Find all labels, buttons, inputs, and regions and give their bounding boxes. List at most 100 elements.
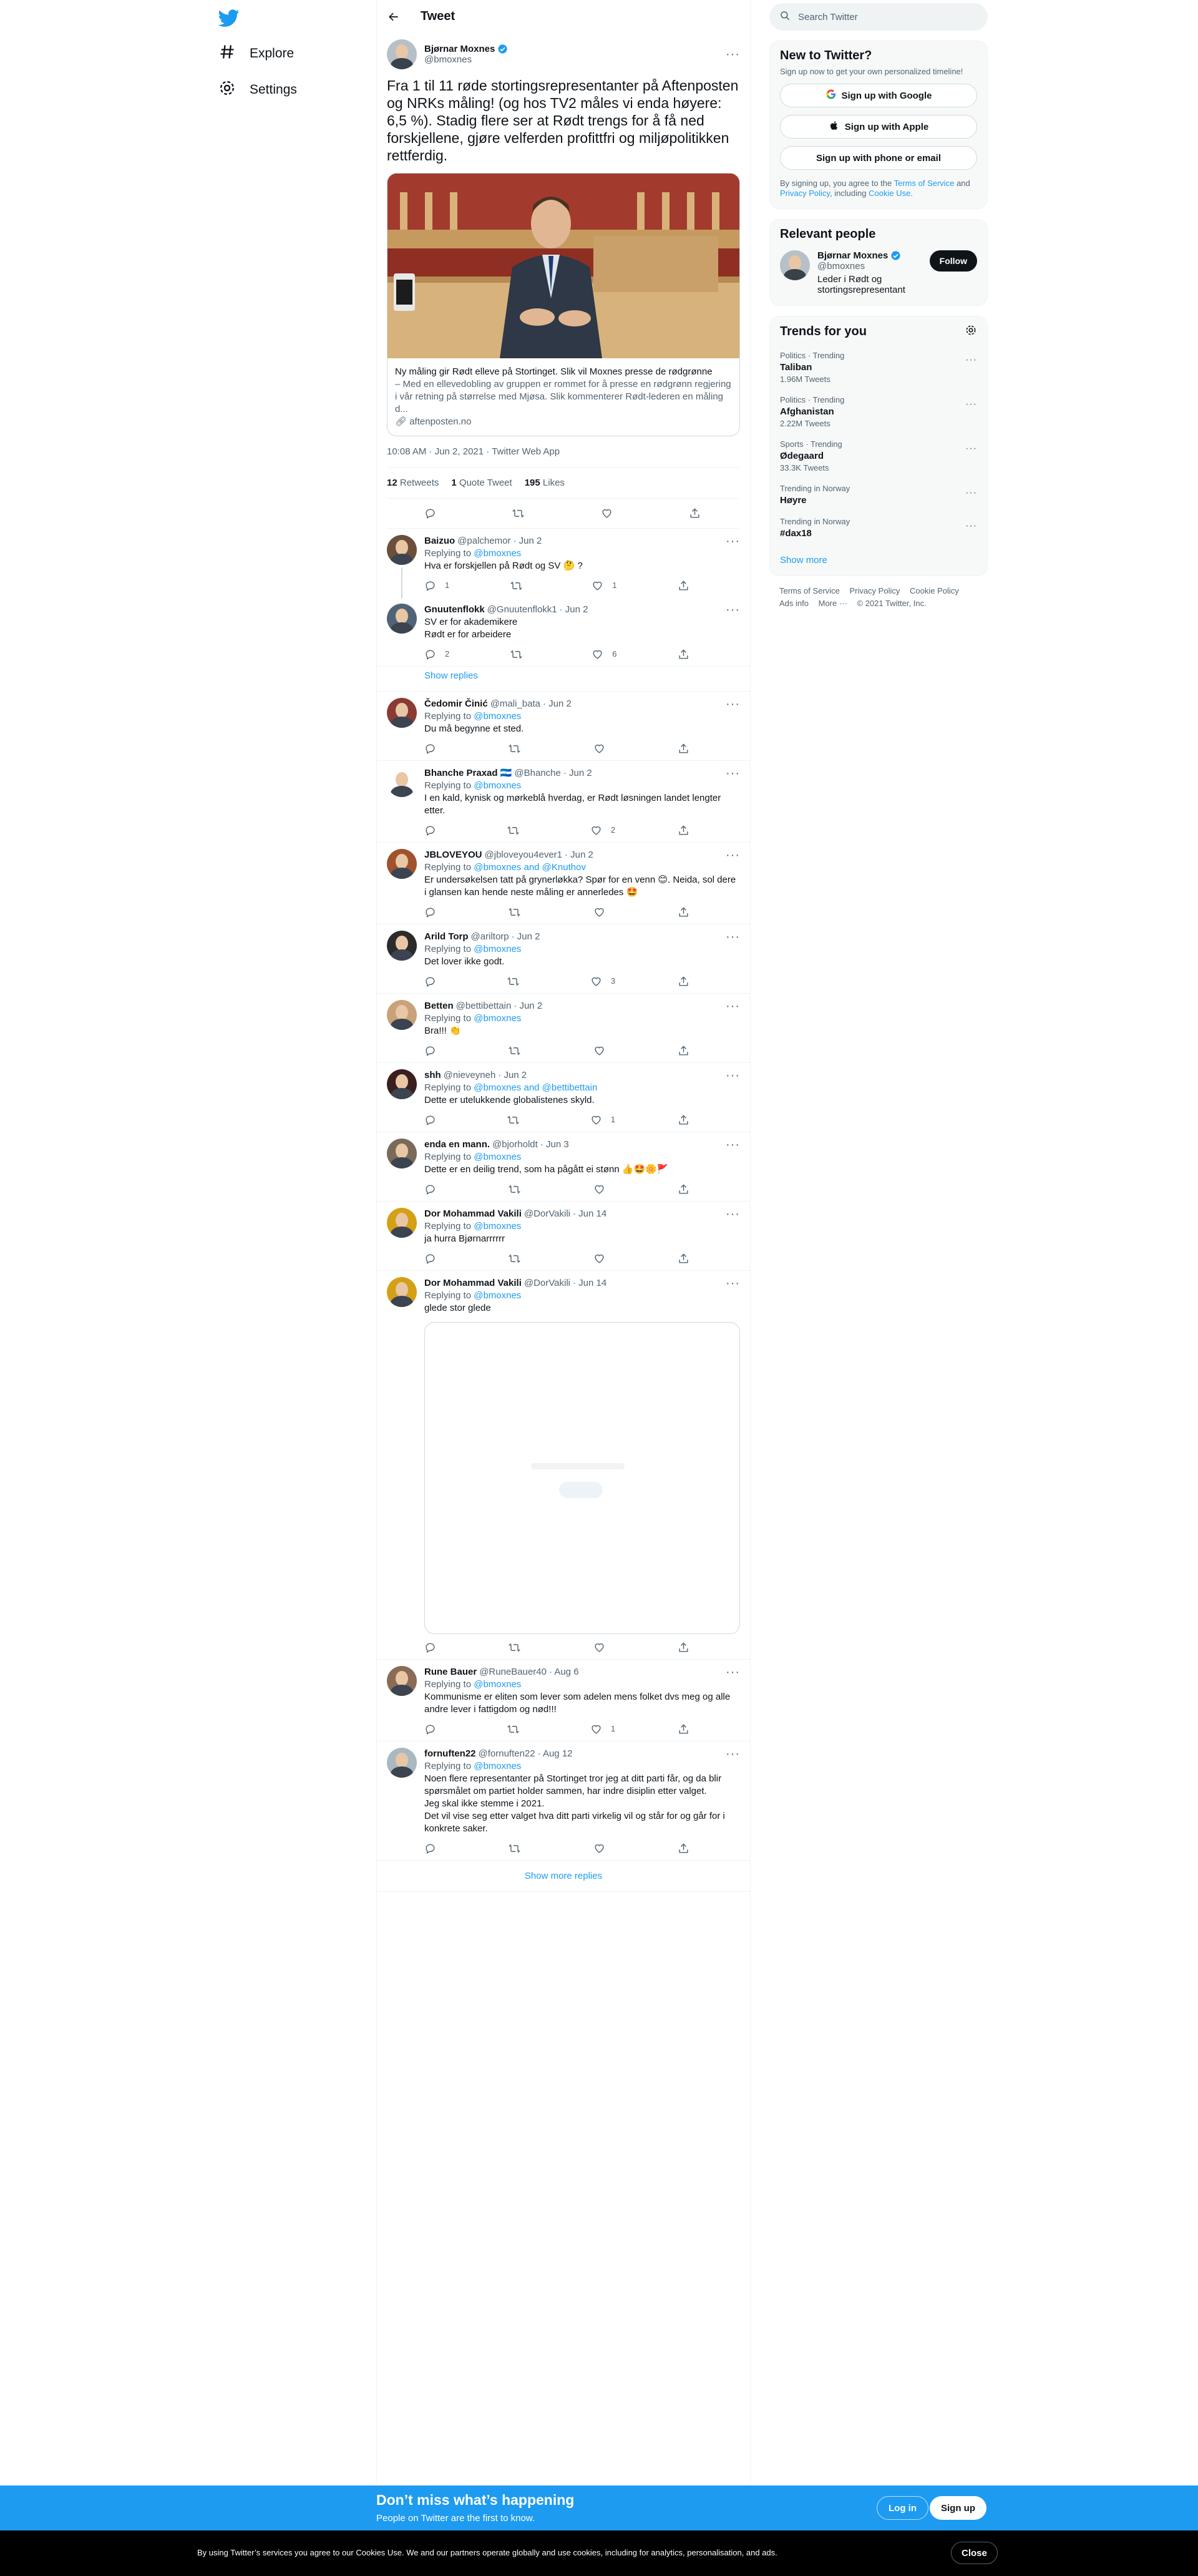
trend-item[interactable]: Trending in Norway #dax18 ··· xyxy=(780,517,977,539)
share-icon[interactable] xyxy=(678,579,689,592)
privacy-link[interactable]: Privacy Policy xyxy=(780,189,830,198)
reply-author-name[interactable]: fornuften22 xyxy=(424,1748,476,1760)
reply-date[interactable]: · Jun 2 xyxy=(565,849,593,861)
trend-item[interactable]: Politics · Trending Afghanistan 2.22M Twee… xyxy=(780,395,977,428)
signup-phone-button[interactable]: Sign up with phone or email xyxy=(780,146,977,170)
reply-author-handle[interactable]: @mali_bata xyxy=(490,698,540,710)
reply-tweet[interactable]: Dor Mohammad Vakili @DorVakili · Jun 14 ···… xyxy=(377,1271,750,1660)
reply-author-handle[interactable]: @palchemor xyxy=(457,535,510,547)
signup-apple-button[interactable]: Sign up with Apple xyxy=(780,115,977,139)
reply-tweet[interactable]: Baizuo @palchemor · Jun 2 ··· Replying to @b… xyxy=(377,529,750,599)
like-icon[interactable]: 1 xyxy=(592,579,616,592)
more-options-icon[interactable]: ··· xyxy=(726,1208,740,1220)
reply-author-handle[interactable]: @DorVakili xyxy=(524,1277,570,1290)
cookie-close-button[interactable]: Close xyxy=(951,2542,998,2564)
reply-author-handle[interactable]: @jbloveyou4ever1 xyxy=(485,849,562,861)
avatar[interactable] xyxy=(387,39,417,69)
retweet-icon[interactable] xyxy=(509,1044,529,1057)
reply-icon[interactable] xyxy=(424,1841,445,1855)
link-card[interactable]: Ny måling gir Rødt elleve på Stortinget.… xyxy=(387,173,740,436)
cookie-link[interactable]: Cookie Use. xyxy=(869,189,913,198)
reply-author-handle[interactable]: @bettibettain xyxy=(456,1000,512,1012)
trend-item[interactable]: Politics · Trending Taliban 1.96M Tweets ··… xyxy=(780,351,977,384)
avatar[interactable] xyxy=(387,604,417,634)
more-options-icon[interactable]: ··· xyxy=(965,399,977,410)
avatar[interactable] xyxy=(780,250,810,280)
reply-author-handle[interactable]: @nieveyneh xyxy=(444,1069,496,1082)
replying-to-link[interactable]: @bmoxnes xyxy=(474,1679,521,1690)
replying-to-link[interactable]: @bmoxnes xyxy=(474,711,521,722)
reply-author-name[interactable]: Arild Torp xyxy=(424,931,469,943)
replying-to-link[interactable]: @bmoxnes xyxy=(474,944,521,954)
avatar[interactable] xyxy=(387,535,417,565)
like-icon[interactable] xyxy=(593,1640,614,1654)
author-handle[interactable]: @bmoxnes xyxy=(424,54,508,65)
reply-author-handle[interactable]: @fornuften22 xyxy=(479,1748,535,1760)
like-icon[interactable] xyxy=(601,507,615,521)
reply-date[interactable]: · Jun 2 xyxy=(498,1069,527,1082)
retweet-icon[interactable] xyxy=(507,823,528,837)
more-options-icon[interactable]: ··· xyxy=(726,849,740,861)
replying-to-link[interactable]: @bmoxnes xyxy=(474,1152,521,1162)
like-icon[interactable]: 6 xyxy=(592,647,616,661)
nav-settings[interactable]: Settings xyxy=(218,77,297,102)
reply-author-name[interactable]: Bhanche Praxad 🇳🇮 xyxy=(424,767,512,780)
retweet-icon[interactable] xyxy=(507,1113,528,1127)
avatar[interactable] xyxy=(387,1139,417,1168)
reply-author-handle[interactable]: @ariltorp xyxy=(471,931,509,943)
share-icon[interactable] xyxy=(689,507,703,521)
avatar[interactable] xyxy=(387,931,417,961)
retweet-icon[interactable] xyxy=(509,1251,529,1265)
retweet-icon[interactable] xyxy=(509,1841,529,1855)
like-icon[interactable] xyxy=(593,1182,614,1196)
share-icon[interactable] xyxy=(678,823,689,837)
rp-handle[interactable]: @bmoxnes xyxy=(817,261,922,272)
reply-icon[interactable] xyxy=(424,1722,445,1736)
reply-date[interactable]: · Jun 2 xyxy=(512,931,540,943)
nav-explore[interactable]: Explore xyxy=(218,41,294,66)
avatar[interactable] xyxy=(387,1069,417,1099)
replying-to-link[interactable]: @bmoxnes xyxy=(474,1761,521,1771)
retweet-icon[interactable] xyxy=(507,974,528,988)
footer-cookie[interactable]: Cookie Policy xyxy=(910,586,959,595)
retweet-icon[interactable] xyxy=(512,507,526,521)
embedded-media[interactable] xyxy=(424,1322,740,1634)
reply-date[interactable]: · Jun 14 xyxy=(573,1208,606,1220)
terms-link[interactable]: Terms of Service xyxy=(894,179,955,188)
replying-to-link[interactable]: @bmoxnes and @bettibettain xyxy=(474,1082,597,1093)
reply-tweet[interactable]: JBLOVEYOU @jbloveyou4ever1 · Jun 2 ··· Reply… xyxy=(377,843,750,924)
reply-icon[interactable] xyxy=(424,1251,445,1265)
reply-tweet[interactable]: Gnuutenflokk @Gnuutenflokk1 · Jun 2 ··· SV e… xyxy=(377,597,750,667)
avatar[interactable] xyxy=(387,1000,417,1030)
reply-author-name[interactable]: Betten xyxy=(424,1000,454,1012)
more-options-icon[interactable]: ··· xyxy=(726,931,740,943)
back-arrow-icon[interactable] xyxy=(387,10,401,24)
reply-icon[interactable] xyxy=(424,742,445,755)
avatar[interactable] xyxy=(387,1748,417,1778)
more-options-icon[interactable]: ··· xyxy=(965,521,977,532)
retweet-icon[interactable] xyxy=(509,905,529,919)
reply-author-name[interactable]: Baizuo xyxy=(424,535,455,547)
tweet-timestamp[interactable]: 10:08 AM · Jun 2, 2021 · Twitter Web App xyxy=(387,436,740,468)
reply-author-handle[interactable]: @Bhanche xyxy=(514,767,560,780)
retweet-icon[interactable] xyxy=(509,1640,529,1654)
reply-date[interactable]: · Jun 14 xyxy=(573,1277,606,1290)
more-options-icon[interactable]: ··· xyxy=(726,1666,740,1678)
share-icon[interactable] xyxy=(678,905,689,919)
like-icon[interactable]: 2 xyxy=(590,823,615,837)
reply-icon[interactable]: 1 xyxy=(424,579,449,592)
follow-button[interactable]: Follow xyxy=(929,250,977,272)
more-options-icon[interactable]: ··· xyxy=(965,443,977,454)
signup-google-button[interactable]: Sign up with Google xyxy=(780,84,977,107)
reply-date[interactable]: · Aug 12 xyxy=(538,1748,573,1760)
avatar[interactable] xyxy=(387,1277,417,1307)
reply-tweet[interactable]: fornuften22 @fornuften22 · Aug 12 ··· Replyi… xyxy=(377,1741,750,1861)
reply-icon[interactable] xyxy=(424,974,445,988)
avatar[interactable] xyxy=(387,1666,417,1696)
reply-icon[interactable] xyxy=(424,507,438,521)
trend-item[interactable]: Sports · Trending Ødegaard 33.3K Tweets ··· xyxy=(780,439,977,473)
reply-tweet[interactable]: Čedomir Činić @mali_bata · Jun 2 ··· Replyin… xyxy=(377,692,750,761)
more-options-icon[interactable]: ··· xyxy=(726,698,740,710)
more-options-icon[interactable]: ··· xyxy=(965,355,977,366)
more-options-icon[interactable]: ··· xyxy=(726,535,740,547)
